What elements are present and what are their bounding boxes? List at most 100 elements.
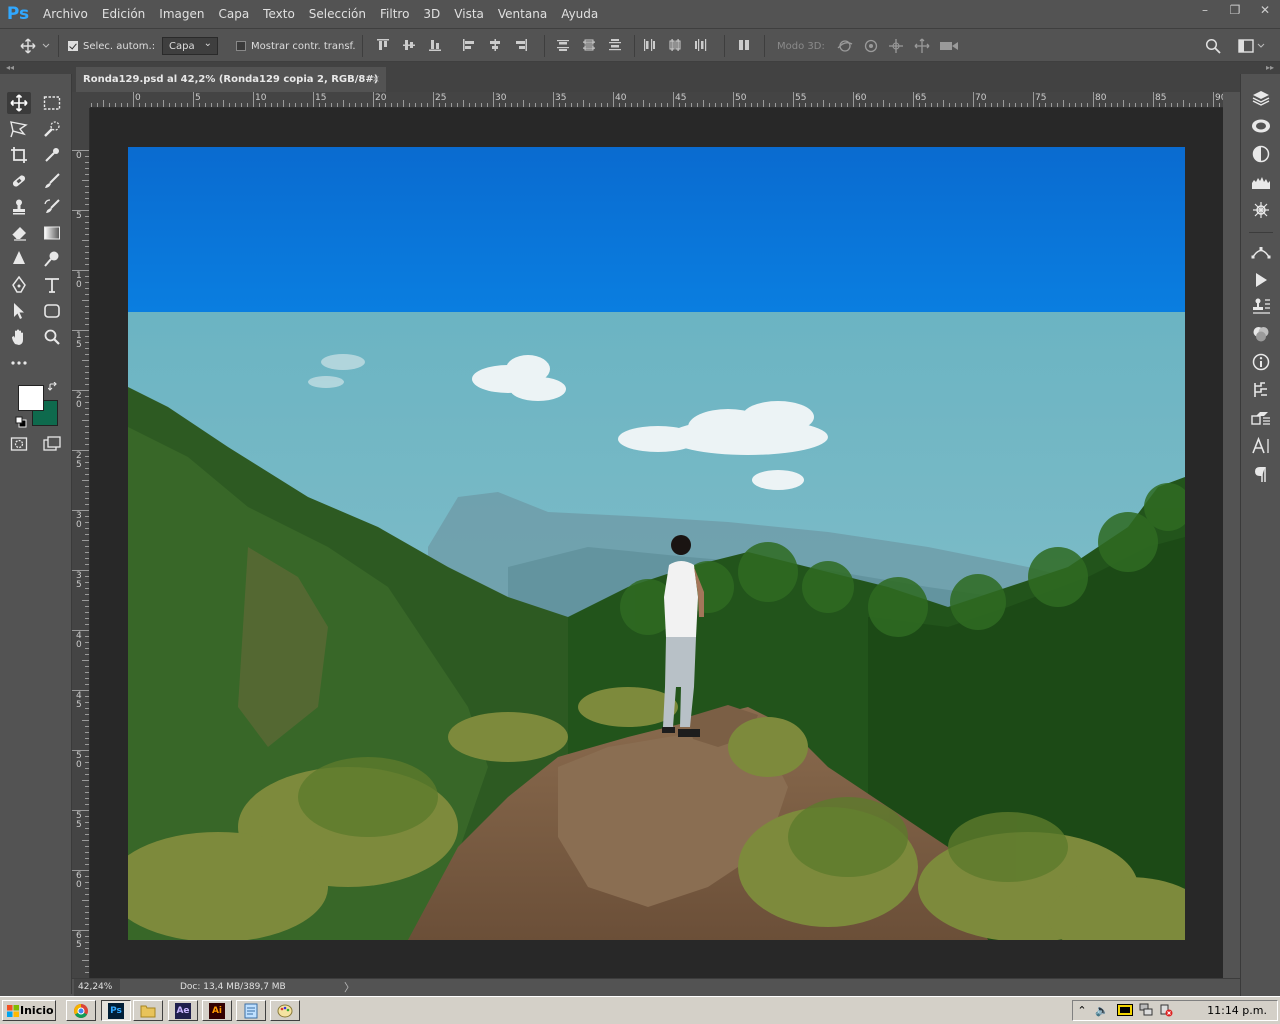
menu-filtro[interactable]: Filtro	[373, 0, 416, 28]
minimize-button[interactable]: –	[1190, 0, 1220, 20]
show-transform-checkbox[interactable]	[236, 41, 246, 51]
history-icon[interactable]	[1251, 380, 1271, 400]
zoom-level-field[interactable]: 42,24%	[74, 979, 120, 996]
actions-icon[interactable]	[1251, 270, 1271, 290]
taskbar-illustrator[interactable]: Ai	[202, 1000, 232, 1021]
foreground-color-swatch[interactable]	[18, 385, 44, 411]
auto-select-checkbox[interactable]	[68, 41, 78, 51]
align-vcenter-icon[interactable]	[402, 38, 416, 52]
toolbar-collapse-handle[interactable]: ◂◂	[0, 62, 72, 74]
distribute-bottom-icon[interactable]	[608, 38, 622, 52]
lasso-tool[interactable]	[7, 118, 31, 140]
move-tool-preset-picker[interactable]	[20, 29, 50, 63]
security-icon[interactable]	[1117, 1003, 1133, 1017]
stamp-tool[interactable]	[7, 196, 31, 218]
3d-orbit-icon[interactable]	[836, 38, 854, 54]
align-bottom-icon[interactable]	[428, 38, 442, 52]
screen-mode-icon[interactable]	[43, 436, 61, 452]
clone-source-icon[interactable]	[1251, 296, 1271, 316]
horizontal-ruler[interactable]: 0 5 10 15 20 25 30 35 40 45 50 55 60 65 70 75 80 85 90	[90, 92, 1223, 108]
path-select-tool[interactable]	[7, 300, 31, 322]
distribute-vcenter-icon[interactable]	[582, 38, 596, 52]
crop-tool[interactable]	[7, 144, 31, 166]
document-tab[interactable]: Ronda129.psd al 42,2% (Ronda129 copia 2,…	[76, 67, 386, 110]
navigator-icon[interactable]	[1251, 200, 1271, 220]
zoom-tool[interactable]	[40, 326, 64, 348]
align-top-icon[interactable]	[376, 38, 390, 52]
taskbar-notepad[interactable]	[236, 1000, 266, 1021]
3d-pan-icon[interactable]	[888, 38, 904, 54]
quick-mask-icon[interactable]	[10, 436, 28, 452]
taskbar-explorer[interactable]	[133, 1000, 163, 1021]
distribute-top-icon[interactable]	[556, 38, 570, 52]
blur-tool[interactable]	[7, 248, 31, 270]
more-tools[interactable]	[7, 352, 31, 374]
close-document-icon[interactable]: ×	[372, 67, 380, 92]
align-hcenter-icon[interactable]	[488, 38, 502, 52]
workspace-switcher-icon[interactable]	[1238, 38, 1266, 54]
quick-select-tool[interactable]	[40, 118, 64, 140]
brush-tool[interactable]	[40, 170, 64, 192]
taskbar-chrome[interactable]	[66, 1000, 96, 1021]
menu-seleccion[interactable]: Selección	[302, 0, 373, 28]
auto-align-icon[interactable]	[737, 38, 751, 52]
3d-slide-icon[interactable]	[913, 38, 931, 54]
menu-3d[interactable]: 3D	[416, 0, 447, 28]
distribute-left-icon[interactable]	[642, 38, 656, 52]
history-brush-tool[interactable]	[40, 196, 64, 218]
eyedropper-tool[interactable]	[40, 144, 64, 166]
marquee-tool[interactable]	[40, 92, 64, 114]
healing-tool[interactable]	[7, 170, 31, 192]
taskbar-photoshop[interactable]: Ps	[101, 1000, 131, 1021]
menu-vista[interactable]: Vista	[447, 0, 491, 28]
info-icon[interactable]	[1251, 352, 1271, 372]
align-right-icon[interactable]	[514, 38, 528, 52]
hand-tool[interactable]	[7, 326, 31, 348]
character-icon[interactable]	[1251, 436, 1271, 456]
tray-expand-icon[interactable]: ⌃	[1075, 1003, 1089, 1017]
restore-button[interactable]: ❐	[1220, 0, 1250, 20]
volume-icon[interactable]: 🔈	[1095, 1003, 1109, 1017]
safely-remove-icon[interactable]	[1159, 1003, 1173, 1017]
network-icon[interactable]	[1139, 1003, 1153, 1017]
menu-texto[interactable]: Texto	[256, 0, 302, 28]
pen-tool[interactable]	[7, 274, 31, 296]
taskbar-after-effects[interactable]: Ae	[168, 1000, 198, 1021]
libraries-icon[interactable]	[1251, 116, 1271, 136]
status-menu-arrow-icon[interactable]: 〉	[344, 979, 355, 996]
gradient-tool[interactable]	[40, 222, 64, 244]
search-icon[interactable]	[1205, 38, 1221, 54]
adjustments-icon[interactable]	[1251, 144, 1271, 164]
menu-imagen[interactable]: Imagen	[152, 0, 211, 28]
eraser-tool[interactable]	[7, 222, 31, 244]
color-icon[interactable]	[1251, 324, 1271, 344]
menu-ayuda[interactable]: Ayuda	[554, 0, 605, 28]
panels-collapse-handle[interactable]: ▸▸	[1240, 62, 1280, 74]
menu-ventana[interactable]: Ventana	[491, 0, 554, 28]
type-tool[interactable]	[40, 274, 64, 296]
swap-colors-icon[interactable]	[48, 382, 58, 392]
distribute-right-icon[interactable]	[694, 38, 708, 52]
properties-icon[interactable]	[1251, 408, 1271, 428]
taskbar-clock[interactable]: 11:14 p.m.	[1207, 1001, 1267, 1020]
menu-capa[interactable]: Capa	[211, 0, 256, 28]
move-tool[interactable]	[7, 92, 31, 114]
default-colors-icon[interactable]	[15, 416, 27, 428]
vertical-scroll-strip[interactable]	[1223, 92, 1240, 978]
taskbar-paint[interactable]	[270, 1000, 300, 1021]
align-left-icon[interactable]	[462, 38, 476, 52]
shape-tool[interactable]	[40, 300, 64, 322]
paths-icon[interactable]	[1251, 242, 1271, 262]
document-image[interactable]	[128, 147, 1185, 940]
canvas-area[interactable]	[90, 108, 1223, 978]
ruler-origin[interactable]	[72, 92, 90, 108]
distribute-hcenter-icon[interactable]	[668, 38, 682, 52]
close-button[interactable]: ✕	[1250, 0, 1280, 20]
histogram-icon[interactable]	[1251, 172, 1271, 192]
vertical-ruler[interactable]: 0 5 1 0 1 5 2 0 2 5 3 0 3 5 4 0 4 5 5 0 5 5 6 0 6 5	[72, 108, 90, 978]
3d-camera-icon[interactable]	[939, 38, 959, 54]
auto-select-target-dropdown[interactable]: Capa	[162, 35, 218, 55]
menu-edicion[interactable]: Edición	[95, 0, 152, 28]
3d-roll-icon[interactable]	[863, 38, 879, 54]
dodge-tool[interactable]	[40, 248, 64, 270]
